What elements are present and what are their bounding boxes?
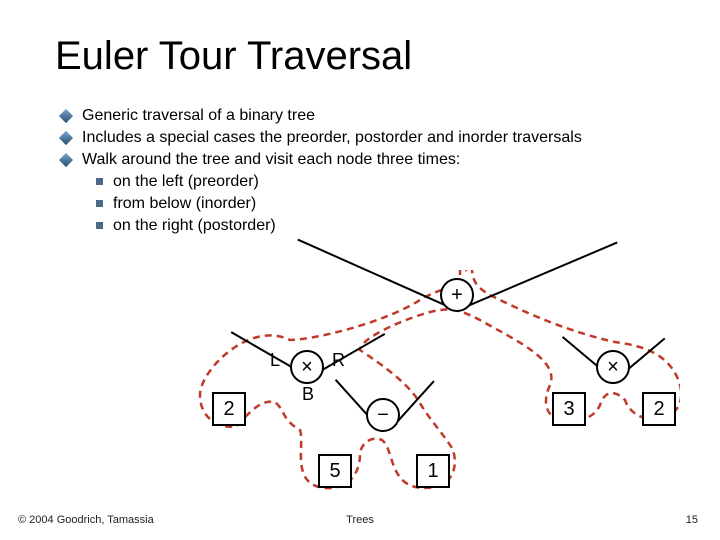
node-label: 1 <box>427 460 438 483</box>
list-item: Generic traversal of a binary tree <box>60 106 680 126</box>
tree-node-internal: × <box>290 350 324 384</box>
bullet-text: Includes a special cases the preorder, p… <box>82 128 582 148</box>
tree-node-leaf: 2 <box>642 392 676 426</box>
node-label: 2 <box>223 398 234 421</box>
bullet-text: Generic traversal of a binary tree <box>82 106 315 126</box>
bullet-text: on the right (postorder) <box>113 216 276 236</box>
node-label: − <box>377 404 389 427</box>
visit-label-right: R <box>332 350 345 371</box>
list-item: on the left (preorder) <box>96 172 680 192</box>
tree-node-leaf: 2 <box>212 392 246 426</box>
list-item: on the right (postorder) <box>96 216 680 236</box>
node-label: 3 <box>563 398 574 421</box>
square-bullet-icon <box>96 222 103 229</box>
footer-title: Trees <box>0 514 720 526</box>
slide: Euler Tour Traversal Generic traversal o… <box>0 0 720 540</box>
diamond-bullet-icon <box>60 110 72 122</box>
square-bullet-icon <box>96 200 103 207</box>
node-label: 5 <box>329 460 340 483</box>
list-item: Walk around the tree and visit each node… <box>60 150 680 170</box>
visit-label-left: L <box>270 350 280 371</box>
visit-label-below: B <box>302 384 314 405</box>
tree-node-leaf: 3 <box>552 392 586 426</box>
tree-node-internal: × <box>596 350 630 384</box>
slide-title: Euler Tour Traversal <box>55 34 412 79</box>
bullet-text: on the left (preorder) <box>113 172 259 192</box>
node-label: 2 <box>653 398 664 421</box>
tree-node-leaf: 5 <box>318 454 352 488</box>
bullet-text: from below (inorder) <box>113 194 256 214</box>
node-label: × <box>301 356 313 379</box>
tree-node-internal: − <box>366 398 400 432</box>
square-bullet-icon <box>96 178 103 185</box>
list-item: from below (inorder) <box>96 194 680 214</box>
tree-node-leaf: 1 <box>416 454 450 488</box>
diamond-bullet-icon <box>60 154 72 166</box>
node-label: + <box>451 284 463 307</box>
node-label: × <box>607 356 619 379</box>
tree-node-root: + <box>440 278 474 312</box>
tree-diagram: + × × 2 − 5 1 3 2 L R B <box>160 270 680 500</box>
footer-page-number: 15 <box>686 514 698 526</box>
bullet-list: Generic traversal of a binary tree Inclu… <box>60 106 680 238</box>
bullet-text: Walk around the tree and visit each node… <box>82 150 460 170</box>
diamond-bullet-icon <box>60 132 72 144</box>
list-item: Includes a special cases the preorder, p… <box>60 128 680 148</box>
